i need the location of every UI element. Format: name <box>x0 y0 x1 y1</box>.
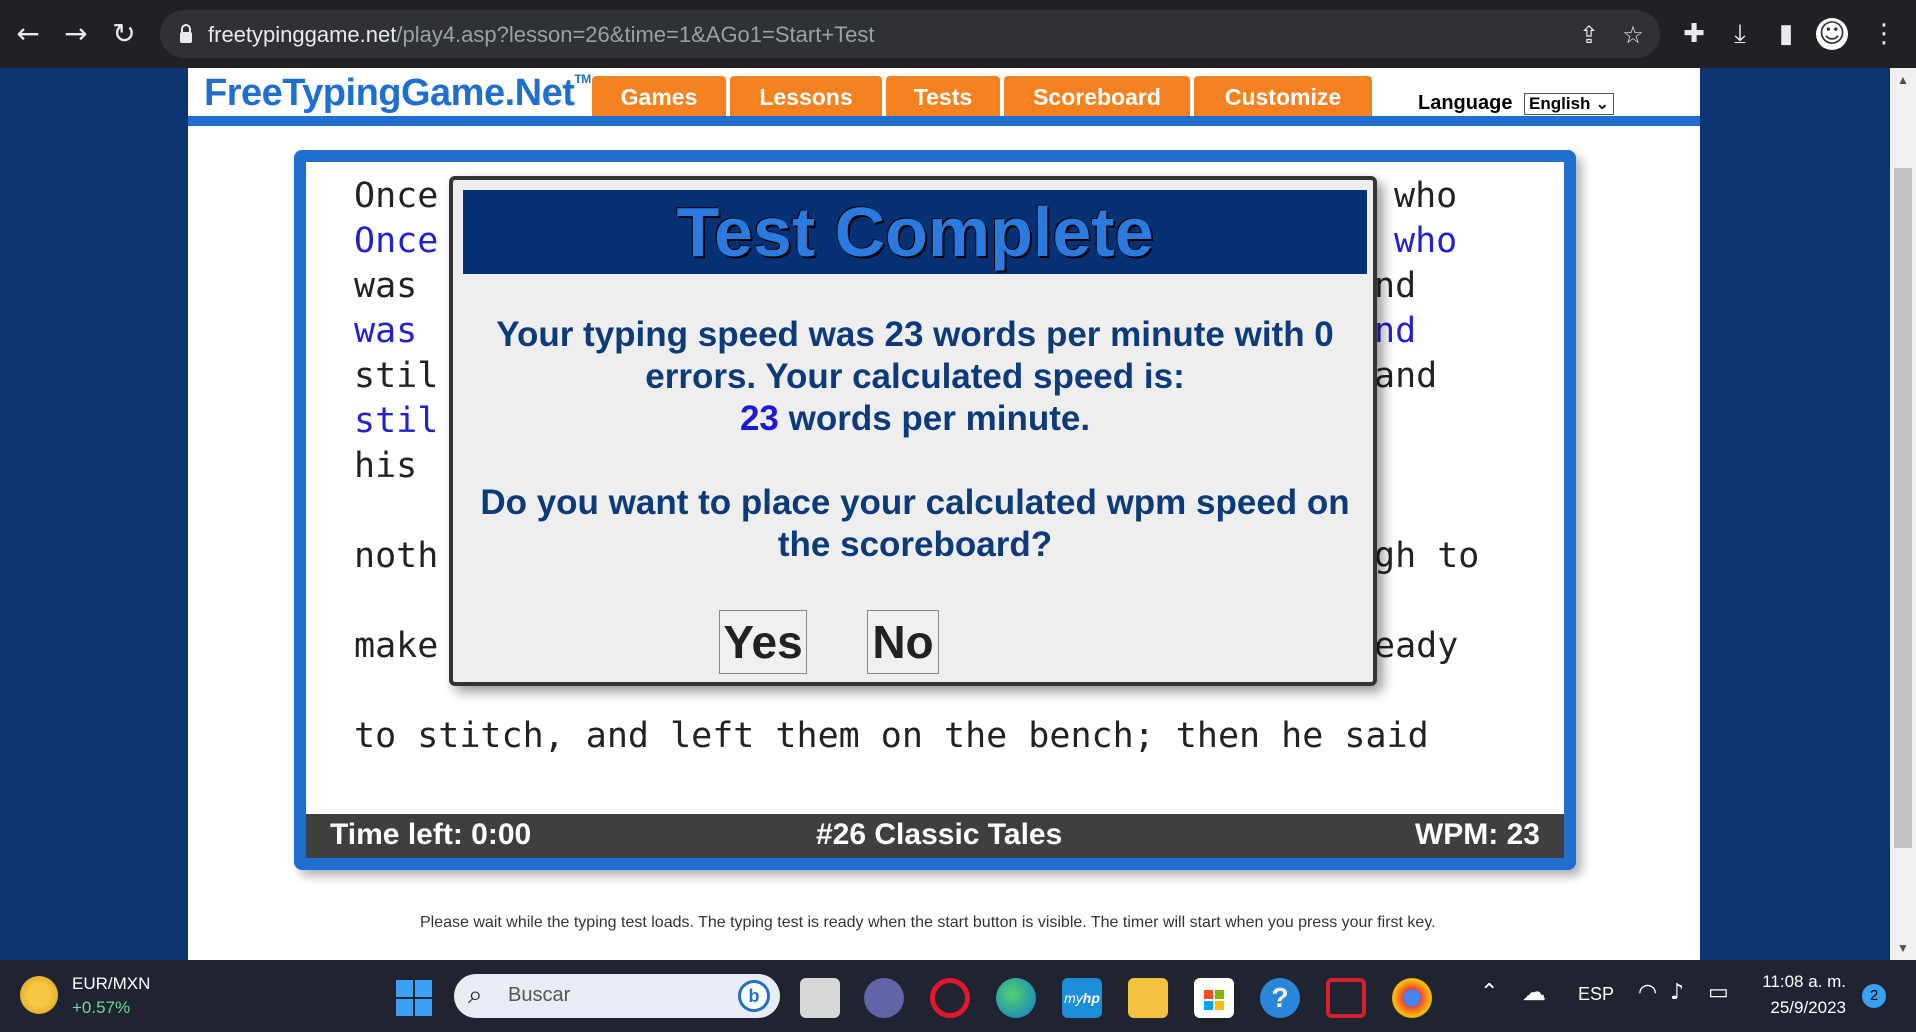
input-language[interactable]: ESP <box>1578 984 1614 1005</box>
search-icon: ⌕ <box>468 980 483 1010</box>
mcafee-icon[interactable] <box>1326 978 1366 1018</box>
text-line: noth <box>354 536 439 576</box>
chrome-icon[interactable] <box>1392 978 1432 1018</box>
wpm-readout: WPM: 23 <box>1414 818 1540 851</box>
dialog-title: Test Complete <box>463 190 1367 274</box>
lesson-name: #26 Classic Tales <box>816 818 1063 851</box>
onedrive-icon[interactable]: ☁ <box>1522 978 1546 1006</box>
bookmark-star-icon[interactable]: ☆ <box>1620 22 1646 48</box>
yes-button[interactable]: Yes <box>719 610 807 674</box>
scroll-down-icon[interactable]: ▼ <box>1890 936 1916 960</box>
ticker-symbol[interactable]: EUR/MXN <box>72 974 150 994</box>
text-line: nd <box>1374 266 1417 306</box>
tab-tests[interactable]: Tests <box>886 76 1000 118</box>
address-url: freetypinggame.net/play4.asp?lesson=26&t… <box>208 22 875 47</box>
windows-taskbar: EUR/MXN +0.57% ⌕ Buscar b myhp ? ⌃ ☁ ESP… <box>0 960 1916 1032</box>
wifi-icon[interactable]: ◠ <box>1638 980 1657 1005</box>
forward-icon[interactable]: → <box>56 14 96 54</box>
tab-lessons[interactable]: Lessons <box>730 76 882 118</box>
typed-line: who <box>1394 221 1458 261</box>
text-line: eady <box>1374 626 1459 666</box>
chat-icon[interactable] <box>864 978 904 1018</box>
lock-icon <box>180 24 192 43</box>
text-line: and <box>1374 356 1438 396</box>
battery-icon[interactable]: ▭ <box>1708 980 1729 1005</box>
download-icon[interactable]: ⤓ <box>1722 16 1758 52</box>
text-line: to stitch, and left them on the bench; t… <box>354 716 1429 756</box>
text-line: was <box>354 266 418 306</box>
language-dropdown[interactable]: English ⌄ <box>1524 93 1615 115</box>
typed-line: was <box>354 311 418 351</box>
status-bar: Time left: 0:00 #26 Classic Tales WPM: 2… <box>306 814 1564 858</box>
edge-icon[interactable] <box>996 978 1036 1018</box>
windows-start-icon[interactable] <box>396 980 432 1016</box>
typed-line: nd <box>1374 311 1417 351</box>
text-line: make <box>354 626 439 666</box>
scoreboard-question: Do you want to place your calculated wpm… <box>480 483 1350 564</box>
text-line: his <box>354 446 418 486</box>
result-message: Your typing speed was 23 words per minut… <box>463 314 1367 440</box>
language-selector: Language English ⌄ <box>1418 92 1615 115</box>
opera-icon[interactable] <box>930 978 970 1018</box>
result-line: errors. Your calculated speed is: <box>645 357 1185 396</box>
text-line: gh to <box>1374 536 1480 576</box>
tab-games[interactable]: Games <box>592 76 726 118</box>
search-placeholder: Buscar <box>508 984 571 1006</box>
tab-scoreboard[interactable]: Scoreboard <box>1004 76 1190 118</box>
language-label: Language <box>1418 92 1513 114</box>
result-line: Your typing speed was 23 words per minut… <box>496 315 1334 354</box>
share-icon[interactable]: ⇪ <box>1576 22 1602 48</box>
menu-kebab-icon[interactable]: ⋮ <box>1866 16 1902 52</box>
typed-line: stil <box>354 401 439 441</box>
text-line: stil <box>354 356 439 396</box>
page-scrollbar[interactable]: ▲ ▼ <box>1890 68 1916 960</box>
clock-date[interactable]: 25/9/2023 <box>1756 998 1846 1018</box>
profile-avatar[interactable]: ☺ <box>1816 18 1848 50</box>
reload-icon[interactable]: ↻ <box>104 14 144 54</box>
stocks-widget-icon[interactable] <box>20 976 58 1014</box>
chevron-up-icon[interactable]: ⌃ <box>1480 980 1498 1005</box>
nav-divider <box>188 116 1700 126</box>
address-bar[interactable]: freetypinggame.net/play4.asp?lesson=26&t… <box>160 10 1660 58</box>
typed-line: Once <box>354 221 439 261</box>
site-logo[interactable]: FreeTypingGame.NetTM <box>204 72 591 115</box>
side-panel-icon[interactable]: ▮ <box>1768 16 1804 52</box>
text-line: Once <box>354 176 439 216</box>
store-icon[interactable] <box>1194 978 1234 1018</box>
clock-time[interactable]: 11:08 a. m. <box>1756 972 1846 992</box>
get-help-icon[interactable]: ? <box>1260 978 1300 1018</box>
no-button[interactable]: No <box>867 610 939 674</box>
ticker-change: +0.57% <box>72 998 131 1017</box>
taskbar-search[interactable]: ⌕ Buscar b <box>454 974 780 1018</box>
tab-customize[interactable]: Customize <box>1194 76 1372 118</box>
extensions-icon[interactable]: ✚ <box>1676 16 1712 52</box>
task-view-icon[interactable] <box>800 978 840 1018</box>
test-complete-dialog: Test Complete Your typing speed was 23 w… <box>449 176 1377 686</box>
scroll-up-icon[interactable]: ▲ <box>1890 68 1916 92</box>
back-icon[interactable]: ← <box>8 14 48 54</box>
scroll-thumb[interactable] <box>1894 168 1912 848</box>
text-line: who <box>1394 176 1458 216</box>
notification-badge[interactable]: 2 <box>1862 984 1886 1008</box>
loading-note: Please wait while the typing test loads.… <box>420 914 1436 931</box>
time-left: Time left: 0:00 <box>330 818 532 851</box>
browser-toolbar: ← → ↻ freetypinggame.net/play4.asp?lesso… <box>0 0 1916 68</box>
file-explorer-icon[interactable] <box>1128 978 1168 1018</box>
myhp-icon[interactable]: myhp <box>1062 978 1102 1018</box>
bing-icon[interactable]: b <box>738 980 770 1012</box>
volume-icon[interactable]: ♪ <box>1670 980 1684 1005</box>
calculated-speed: 23 words per minute. <box>739 399 1091 438</box>
